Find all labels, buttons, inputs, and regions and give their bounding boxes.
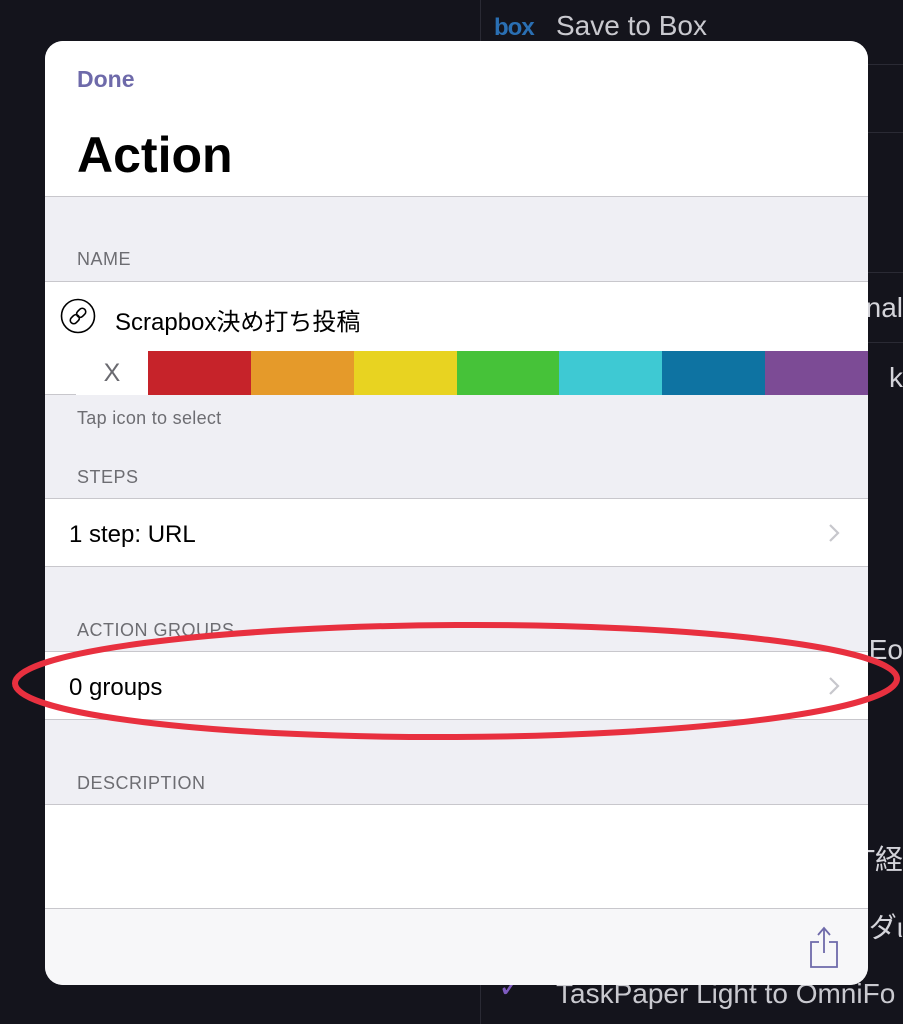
color-swatch-green[interactable] [456,351,560,395]
page-title: Action [77,127,233,183]
background-row[interactable] [868,272,903,343]
steps-value: 1 step: URL [69,521,196,548]
action-name-field[interactable]: Scrapbox決め打ち投稿 [115,302,360,337]
clear-color-button[interactable]: X [76,351,148,395]
box-logo-icon: box [494,14,535,41]
color-swatch-purple[interactable] [765,351,868,395]
link-icon[interactable] [60,298,96,334]
background-row-label: ダι [868,912,903,943]
color-swatch-orange[interactable] [250,351,354,395]
icon-hint-text: Tap icon to select [77,408,222,428]
bottom-toolbar [45,908,868,985]
color-swatch-cyan[interactable] [559,351,663,395]
share-icon[interactable] [808,925,840,969]
name-section-header: NAME [77,249,132,269]
action-editor-modal: Done Action NAME Scrapbox決め打ち投稿 X Tap ic… [45,41,868,985]
color-swatch-red[interactable] [147,351,251,395]
color-swatch-blue[interactable] [662,351,766,395]
background-row-label: Save to Box [556,10,707,41]
steps-section-header: STEPS [77,467,139,487]
color-swatch-yellow[interactable] [353,351,457,395]
chevron-right-icon [829,523,840,542]
description-field[interactable] [45,804,868,908]
navigation-bar: Done Action [45,41,868,197]
highlight-annotation [12,621,900,741]
background-row-label: k [889,362,903,393]
done-button[interactable]: Done [77,66,135,93]
color-picker: X [76,351,868,395]
steps-cell[interactable]: 1 step: URL [45,498,868,567]
name-cell: Scrapbox決め打ち投稿 X [45,281,868,395]
description-section-header: DESCRIPTION [77,773,206,793]
